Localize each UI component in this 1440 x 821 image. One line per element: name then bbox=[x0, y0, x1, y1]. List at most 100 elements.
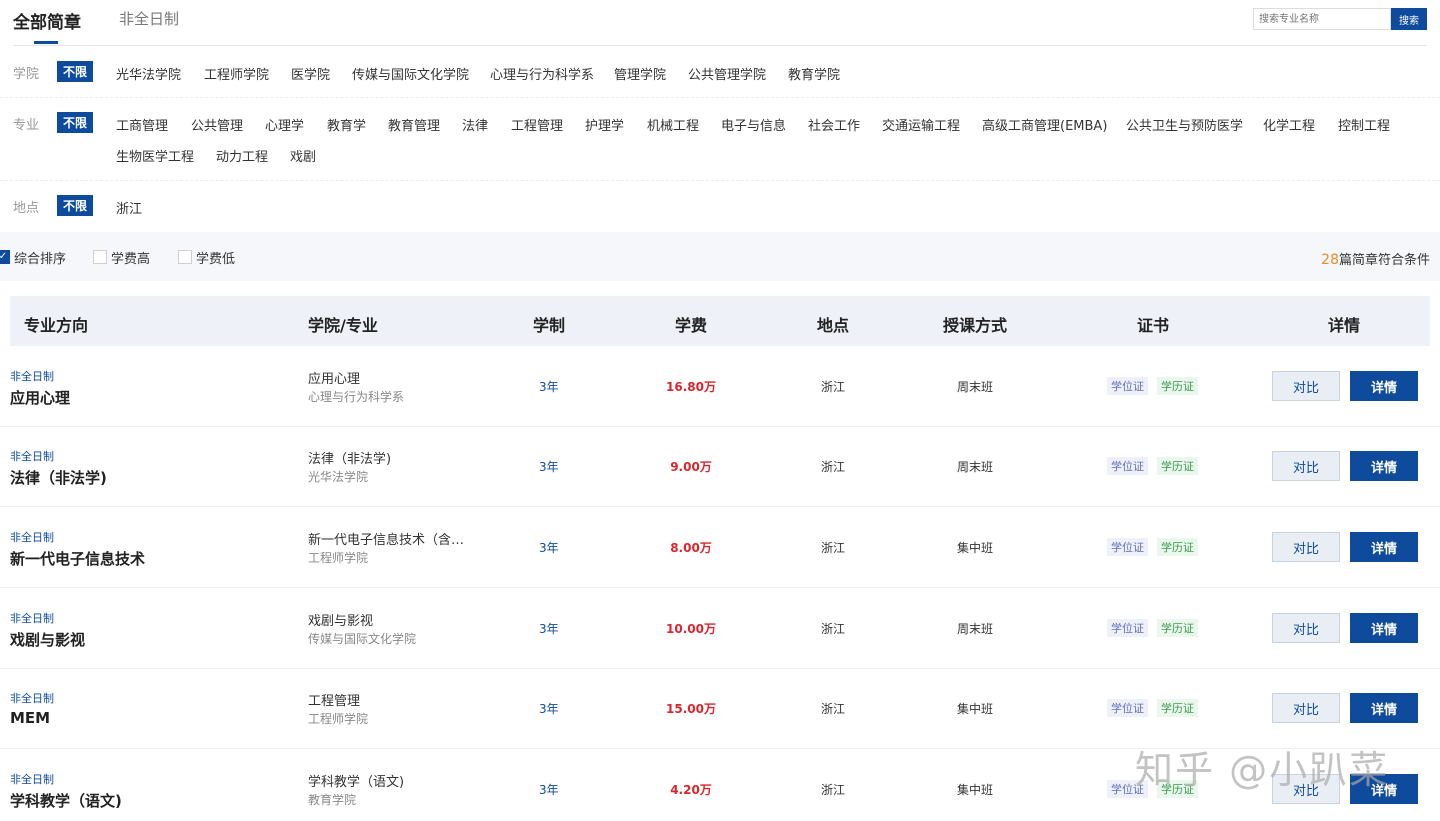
college-option[interactable]: 工程师学院 bbox=[204, 64, 269, 83]
college-option[interactable]: 传媒与国际文化学院 bbox=[352, 64, 469, 83]
tab-part-time[interactable]: 非全日制 bbox=[119, 8, 179, 29]
major-option[interactable]: 高级工商管理(EMBA) bbox=[982, 115, 1107, 134]
major-option[interactable]: 护理学 bbox=[585, 115, 624, 134]
detail-button[interactable]: 详情 bbox=[1350, 613, 1418, 643]
sort-fee-high[interactable]: 学费高 bbox=[93, 249, 150, 267]
program-type: 非全日制 bbox=[10, 692, 54, 705]
program-duration: 3年 bbox=[539, 783, 559, 797]
major-all-option[interactable]: 不限 bbox=[57, 112, 93, 133]
result-count: 28篇简章符合条件 bbox=[1321, 249, 1430, 268]
tab-bar: 全部简章 非全日制 搜索 bbox=[0, 0, 1440, 46]
college-all-option[interactable]: 不限 bbox=[57, 61, 93, 82]
location-filter-label: 地点 bbox=[13, 201, 40, 216]
major-option[interactable]: 法律 bbox=[462, 115, 488, 134]
header-duration: 学制 bbox=[533, 316, 566, 335]
major-option[interactable]: 电子与信息 bbox=[721, 115, 786, 134]
program-major: 法律（非法学) bbox=[308, 452, 392, 467]
major-option[interactable]: 教育学 bbox=[327, 115, 366, 134]
program-mode: 周末班 bbox=[957, 622, 994, 636]
detail-button[interactable]: 详情 bbox=[1350, 371, 1418, 401]
program-fee: 10.00万 bbox=[666, 622, 716, 636]
location-option[interactable]: 浙江 bbox=[116, 198, 142, 217]
detail-button[interactable]: 详情 bbox=[1350, 451, 1418, 481]
sort-label: 综合排序 bbox=[14, 251, 67, 267]
major-option[interactable]: 机械工程 bbox=[647, 115, 699, 134]
compare-button[interactable]: 对比 bbox=[1272, 613, 1340, 643]
header-location: 地点 bbox=[817, 316, 850, 335]
major-option[interactable]: 生物医学工程 bbox=[116, 146, 194, 165]
sort-comprehensive[interactable]: ✓ 综合排序 bbox=[0, 249, 67, 267]
search-button[interactable]: 搜索 bbox=[1391, 8, 1427, 30]
college-option[interactable]: 公共管理学院 bbox=[688, 64, 766, 83]
degree-cert-badge: 学位证 bbox=[1107, 538, 1148, 556]
header-certificate: 证书 bbox=[1137, 316, 1170, 335]
program-direction[interactable]: 法律（非法学) bbox=[10, 467, 107, 488]
program-fee: 9.00万 bbox=[670, 460, 712, 474]
major-option[interactable]: 动力工程 bbox=[216, 146, 268, 165]
detail-button[interactable]: 详情 bbox=[1350, 693, 1418, 723]
program-direction[interactable]: 学科教学（语文) bbox=[10, 790, 122, 811]
major-filter: 专业 不限 工商管理 公共管理 心理学 教育学 教育管理 法律 工程管理 护理学… bbox=[0, 112, 1440, 180]
program-direction[interactable]: 应用心理 bbox=[10, 387, 70, 408]
college-option[interactable]: 管理学院 bbox=[614, 64, 666, 83]
tab-all-brochures[interactable]: 全部简章 bbox=[13, 8, 81, 33]
major-option[interactable]: 教育管理 bbox=[388, 115, 440, 134]
college-option[interactable]: 医学院 bbox=[291, 64, 330, 83]
program-mode: 周末班 bbox=[957, 460, 994, 474]
program-major: 学科教学（语文) bbox=[308, 775, 405, 790]
sort-bar: ✓ 综合排序 学费高 学费低 28篇简章符合条件 bbox=[0, 232, 1440, 281]
major-option[interactable]: 工程管理 bbox=[511, 115, 563, 134]
program-type: 非全日制 bbox=[10, 612, 54, 625]
compare-button[interactable]: 对比 bbox=[1272, 693, 1340, 723]
tab-divider bbox=[13, 45, 1427, 46]
header-teaching-mode: 授课方式 bbox=[943, 316, 1008, 335]
major-option[interactable]: 化学工程 bbox=[1263, 115, 1315, 134]
sort-label: 学费低 bbox=[196, 251, 236, 267]
major-option[interactable]: 公共卫生与预防医学 bbox=[1126, 115, 1243, 134]
watermark: 知乎 @小趴菜 bbox=[1135, 748, 1390, 792]
major-option[interactable]: 工商管理 bbox=[116, 115, 168, 134]
degree-cert-badge: 学位证 bbox=[1107, 619, 1148, 637]
college-option[interactable]: 教育学院 bbox=[788, 64, 840, 83]
major-option[interactable]: 控制工程 bbox=[1338, 115, 1390, 134]
major-option[interactable]: 心理学 bbox=[265, 115, 304, 134]
program-location: 浙江 bbox=[821, 783, 846, 797]
program-direction[interactable]: 新一代电子信息技术 bbox=[10, 548, 145, 569]
checkbox-icon[interactable] bbox=[93, 250, 107, 264]
program-direction[interactable]: MEM bbox=[10, 709, 50, 727]
checkbox-checked-icon[interactable]: ✓ bbox=[0, 250, 10, 264]
education-cert-badge: 学历证 bbox=[1157, 457, 1198, 475]
search-input[interactable] bbox=[1253, 8, 1391, 30]
location-all-option[interactable]: 不限 bbox=[57, 195, 93, 216]
program-school: 光华法学院 bbox=[308, 470, 369, 484]
sort-fee-low[interactable]: 学费低 bbox=[178, 249, 236, 267]
degree-cert-badge: 学位证 bbox=[1107, 377, 1148, 395]
college-option[interactable]: 光华法学院 bbox=[116, 64, 181, 83]
college-option[interactable]: 心理与行为科学系 bbox=[490, 64, 594, 83]
search-box: 搜索 bbox=[1253, 8, 1427, 30]
compare-button[interactable]: 对比 bbox=[1272, 451, 1340, 481]
education-cert-badge: 学历证 bbox=[1157, 699, 1198, 717]
filter-divider bbox=[0, 180, 1440, 181]
program-type: 非全日制 bbox=[10, 370, 54, 383]
major-option[interactable]: 交通运输工程 bbox=[882, 115, 960, 134]
program-mode: 集中班 bbox=[957, 541, 994, 555]
program-major: 新一代电子信息技术（含… bbox=[308, 533, 465, 548]
program-type: 非全日制 bbox=[10, 531, 54, 544]
program-direction[interactable]: 戏剧与影视 bbox=[10, 629, 85, 650]
checkbox-icon[interactable] bbox=[178, 250, 192, 264]
college-filter: 学院 不限 光华法学院 工程师学院 医学院 传媒与国际文化学院 心理与行为科学系… bbox=[0, 61, 1440, 97]
program-location: 浙江 bbox=[821, 541, 846, 555]
result-count-number: 28 bbox=[1321, 252, 1339, 268]
compare-button[interactable]: 对比 bbox=[1272, 371, 1340, 401]
header-details: 详情 bbox=[1328, 316, 1361, 335]
major-option[interactable]: 戏剧 bbox=[290, 146, 316, 165]
program-location: 浙江 bbox=[821, 380, 846, 394]
education-cert-badge: 学历证 bbox=[1157, 377, 1198, 395]
program-location: 浙江 bbox=[821, 702, 846, 716]
major-option[interactable]: 社会工作 bbox=[808, 115, 860, 134]
major-option[interactable]: 公共管理 bbox=[191, 115, 243, 134]
program-school: 教育学院 bbox=[308, 793, 357, 807]
compare-button[interactable]: 对比 bbox=[1272, 532, 1340, 562]
detail-button[interactable]: 详情 bbox=[1350, 532, 1418, 562]
